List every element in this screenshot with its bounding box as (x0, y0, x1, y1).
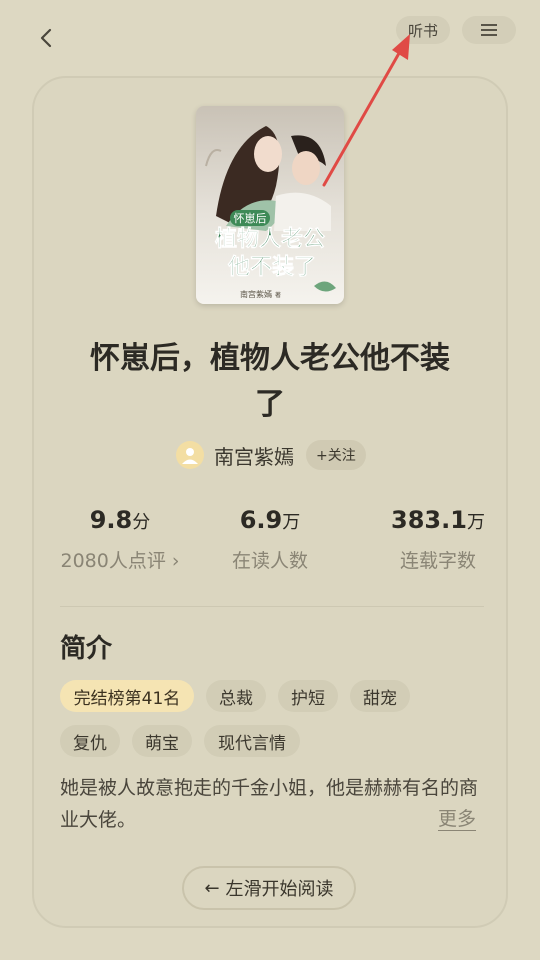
word-count-unit: 万 (466, 512, 485, 533)
stat-rating[interactable]: 9.8分 2080人点评 › (40, 502, 200, 575)
word-count-label: 连载字数 (399, 550, 476, 572)
tag-item[interactable]: 总裁 (206, 680, 266, 712)
stat-readers: 6.9万 在读人数 (190, 502, 350, 575)
arrow-left-icon: ← (204, 877, 220, 899)
chevron-left-icon (40, 28, 52, 48)
more-link[interactable]: 更多 (438, 804, 476, 831)
cover-title-line1: 植物人老公 (215, 226, 325, 252)
tag-item[interactable]: 现代言情 (204, 725, 300, 757)
user-icon (182, 448, 198, 464)
cover-tag-text: 怀崽后 (234, 212, 267, 225)
divider (60, 606, 484, 607)
book-title-line1: 怀崽后，植物人老公他不装 (90, 341, 450, 376)
back-button[interactable] (30, 22, 62, 54)
author-name[interactable]: 南宫紫嫣 (214, 441, 294, 470)
book-cover-art: 怀崽后 植物人老公 他不装了 南宫紫嫣 著 (196, 106, 344, 304)
listen-button[interactable]: 听书 (396, 16, 450, 44)
readers-label: 在读人数 (231, 550, 308, 572)
tag-ranking[interactable]: 完结榜第41名 (60, 680, 194, 712)
avatar[interactable] (176, 441, 204, 469)
book-cover[interactable]: 怀崽后 植物人老公 他不装了 南宫紫嫣 著 (196, 106, 344, 304)
author-row: 南宫紫嫣 +关注 (176, 438, 366, 472)
tag-item[interactable]: 复仇 (60, 725, 120, 757)
tag-item[interactable]: 护短 (278, 680, 338, 712)
start-reading-button[interactable]: ← 左滑开始阅读 (182, 866, 356, 910)
intro-heading: 简介 (60, 634, 113, 664)
book-summary: 她是被人故意抱走的千金小姐，他是赫赫有名的商业大佬。 (60, 777, 479, 831)
rating-unit: 分 (132, 512, 151, 533)
menu-icon (481, 24, 497, 36)
stat-word-count: 383.1万 连载字数 (358, 502, 518, 575)
rating-count-link[interactable]: 2080人点评 › (40, 547, 200, 575)
rating-value: 9.8 (89, 506, 133, 534)
cover-author-mark: 南宫紫嫣 (240, 289, 272, 299)
tag-item[interactable]: 甜宠 (350, 680, 410, 712)
start-reading-label: 左滑开始阅读 (225, 879, 334, 900)
readers-value: 6.9 (239, 506, 283, 534)
readers-unit: 万 (282, 512, 301, 533)
word-count-value: 383.1 (391, 506, 467, 534)
tag-item[interactable]: 萌宝 (132, 725, 192, 757)
menu-button[interactable] (462, 16, 516, 44)
book-title-line2: 了 (255, 387, 285, 422)
follow-button[interactable]: +关注 (306, 440, 366, 470)
top-bar: 听书 (0, 0, 540, 70)
book-title: 怀崽后，植物人老公他不装 了 (60, 336, 480, 428)
cover-title-line2: 他不装了 (227, 254, 316, 280)
cover-author-suffix: 著 (275, 291, 281, 299)
